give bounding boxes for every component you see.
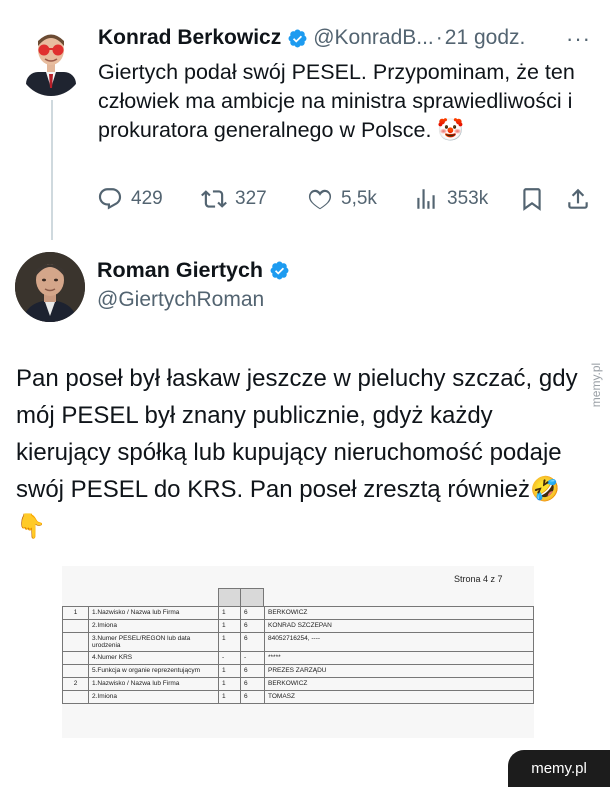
document-cell-b: 6 — [240, 632, 265, 652]
avatar-roman-giertych[interactable] — [15, 252, 85, 322]
document-table: 1 1.Nazwisko / Nazwa lub Firma 1 6 BERKOWICZ… — [62, 606, 534, 704]
document-cell-a: 1 — [218, 677, 241, 691]
tweet2-author-name[interactable]: Roman Giertych — [97, 258, 263, 283]
document-cell-a: 1 — [218, 606, 241, 620]
share-button[interactable] — [565, 186, 591, 212]
document-table-row: 2.Imiona 1 6 TOMASZ — [62, 690, 534, 704]
avatar-konrad-berkowicz[interactable] — [18, 26, 84, 96]
like-button[interactable]: 5,5k — [307, 186, 377, 212]
document-cell-field: 4.Numer KRS — [88, 651, 219, 665]
thread-connector-line — [51, 100, 53, 240]
document-cell-value: PREZES ZARZĄDU — [264, 664, 534, 678]
document-cell-lp — [62, 632, 89, 652]
document-column-header — [218, 588, 264, 606]
attached-krs-document-image[interactable]: Strona 4 z 7 1 1.Nazwisko / Nazwa lub Fir… — [62, 566, 534, 738]
document-column-divider — [240, 588, 241, 606]
tweet1-header: Konrad Berkowicz @KonradB... · 21 godz. — [98, 26, 525, 50]
views-count: 353k — [447, 188, 489, 209]
document-cell-value: ***** — [264, 651, 534, 665]
document-table-row: 2.Imiona 1 6 KONRAD SZCZEPAN — [62, 619, 534, 633]
document-cell-b: 6 — [240, 606, 265, 620]
share-icon — [568, 188, 588, 209]
document-table-row: 4.Numer KRS - - ***** — [62, 651, 534, 665]
document-cell-lp — [62, 651, 89, 665]
repost-count: 327 — [235, 188, 267, 209]
document-cell-a: 1 — [218, 632, 241, 652]
document-table-row: 3.Numer PESEL/REGON lub data urodzenia 1 6… — [62, 632, 534, 652]
document-cell-lp — [62, 619, 89, 633]
verified-badge-icon — [287, 28, 308, 49]
document-cell-a: 1 — [218, 664, 241, 678]
document-cell-a: - — [218, 651, 241, 665]
document-page-label: Strona 4 z 7 — [454, 574, 503, 584]
document-table-row: 5.Funkcja w organie reprezentującym 1 6 PRE… — [62, 664, 534, 678]
document-cell-lp — [62, 664, 89, 678]
tweet1-text: Giertych podał swój PESEL. Przypominam, … — [98, 60, 575, 142]
document-cell-lp: 1 — [62, 606, 89, 620]
views-button[interactable]: 353k — [413, 186, 488, 212]
tweet1-action-bar: 429 327 5,5k 353k — [97, 186, 597, 216]
document-cell-field: 1.Nazwisko / Nazwa lub Firma — [88, 606, 219, 620]
tweet1-author-name[interactable]: Konrad Berkowicz — [98, 26, 281, 50]
document-cell-b: 6 — [240, 619, 265, 633]
reply-count: 429 — [131, 188, 163, 209]
document-cell-field: 2.Imiona — [88, 690, 219, 704]
document-cell-field: 1.Nazwisko / Nazwa lub Firma — [88, 677, 219, 691]
bookmark-button[interactable] — [519, 186, 545, 212]
more-options-icon[interactable]: ··· — [566, 26, 591, 52]
document-cell-b: - — [240, 651, 265, 665]
tweet1-handle[interactable]: @KonradB... — [313, 26, 434, 50]
document-cell-b: 6 — [240, 677, 265, 691]
tweet2-text: Pan poseł był łaskaw jeszcze w pieluchy … — [16, 365, 578, 540]
bookmark-icon — [523, 188, 541, 211]
document-cell-lp — [62, 690, 89, 704]
document-cell-value: 84052716254, ---- — [264, 632, 534, 652]
document-cell-b: 6 — [240, 690, 265, 704]
document-cell-field: 2.Imiona — [88, 619, 219, 633]
document-cell-value: KONRAD SZCZEPAN — [264, 619, 534, 633]
reply-icon — [98, 188, 122, 210]
side-watermark-text: memy.pl — [589, 362, 603, 408]
tweet2-header: Roman Giertych — [97, 258, 295, 283]
tweet1-timestamp[interactable]: 21 godz. — [445, 26, 526, 50]
document-cell-b: 6 — [240, 664, 265, 678]
separator-dot: · — [435, 26, 443, 49]
reply-button[interactable]: 429 — [97, 186, 163, 212]
watermark-badge: memy.pl — [508, 750, 610, 787]
document-cell-field: 3.Numer PESEL/REGON lub data urodzenia — [88, 632, 219, 652]
verified-badge-icon — [269, 260, 290, 281]
repost-icon — [201, 190, 227, 208]
document-cell-value: BERKOWICZ — [264, 606, 534, 620]
like-count: 5,5k — [341, 188, 377, 209]
tweet2-handle[interactable]: @GiertychRoman — [97, 288, 264, 312]
repost-button[interactable]: 327 — [201, 186, 267, 212]
document-cell-value: BERKOWICZ — [264, 677, 534, 691]
views-chart-icon — [417, 189, 435, 209]
heart-icon — [308, 189, 332, 210]
document-cell-value: TOMASZ — [264, 690, 534, 704]
document-cell-field: 5.Funkcja w organie reprezentującym — [88, 664, 219, 678]
document-cell-a: 1 — [218, 690, 241, 704]
document-table-row: 2 1.Nazwisko / Nazwa lub Firma 1 6 BERKOWICZ — [62, 677, 534, 691]
side-watermark: memy.pl — [586, 350, 606, 420]
document-table-row: 1 1.Nazwisko / Nazwa lub Firma 1 6 BERKOWICZ — [62, 606, 534, 620]
document-cell-lp: 2 — [62, 677, 89, 691]
document-cell-a: 1 — [218, 619, 241, 633]
